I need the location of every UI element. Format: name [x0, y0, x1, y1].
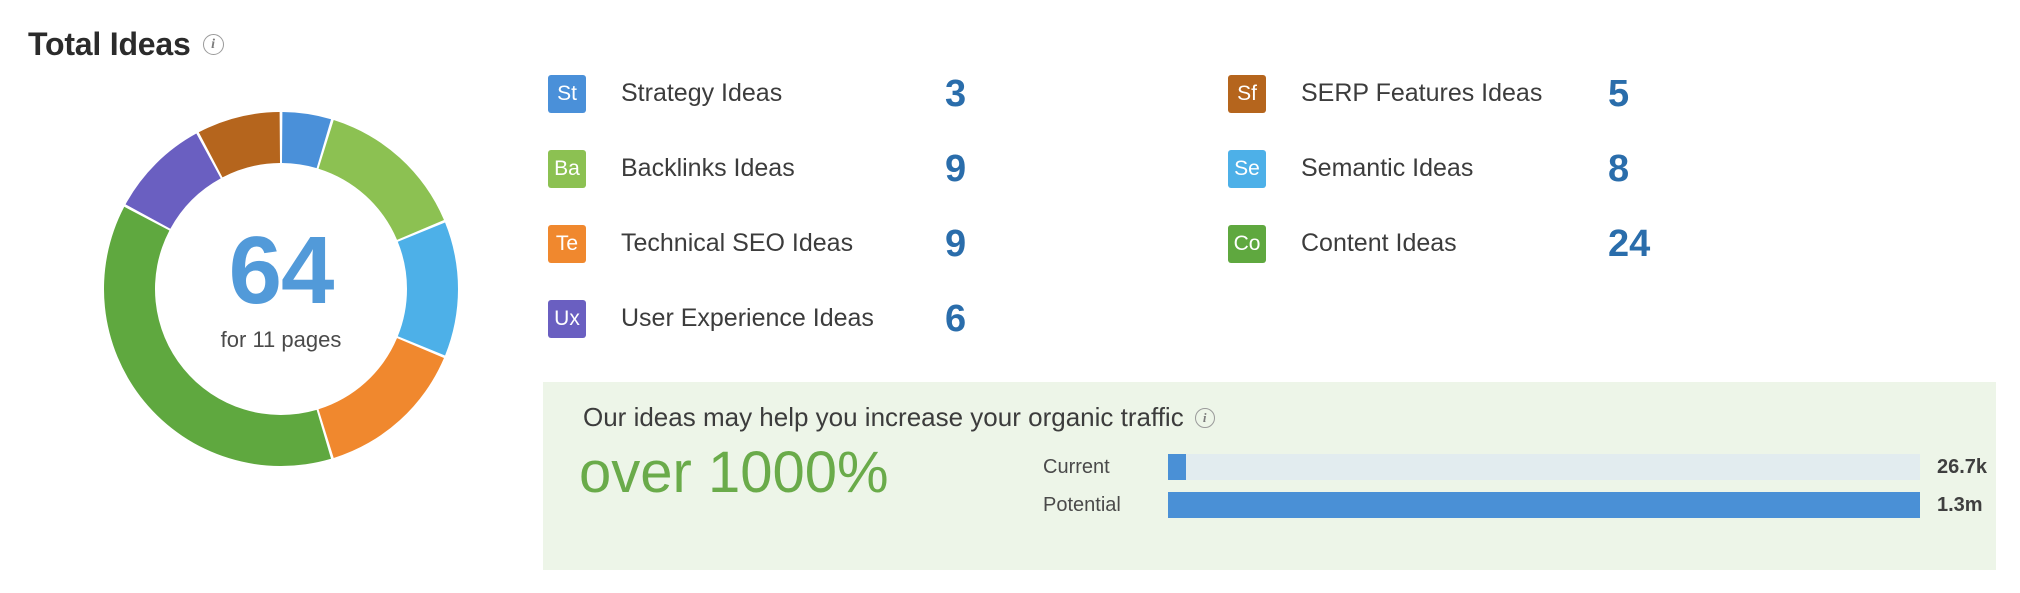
traffic-bar-row: Current 26.7k	[1043, 448, 1987, 486]
legend-swatch-icon: Ux	[548, 299, 586, 338]
legend-value: 6	[945, 297, 967, 340]
legend-swatch-icon: Se	[1228, 149, 1266, 188]
traffic-bar-value: 1.3m	[1937, 493, 1983, 516]
legend-label: Content Ideas	[1301, 229, 1457, 257]
organic-traffic-panel: Our ideas may help you increase your org…	[543, 382, 1996, 570]
legend-label: Semantic Ideas	[1301, 154, 1474, 182]
legend-swatch-icon: Sf	[1228, 74, 1266, 113]
legend-row[interactable]: Ba Backlinks Ideas 9	[548, 131, 1108, 206]
traffic-bars-block: Current 26.7k Potential 1.3m	[1043, 448, 1987, 524]
legend-column-left: St Strategy Ideas 3 Ba Backlinks Ideas 9 Te Tec…	[548, 56, 1108, 356]
legend-row[interactable]: Te Technical SEO Ideas 9	[548, 206, 1108, 281]
legend-value: 8	[1608, 147, 1630, 190]
traffic-bar-label: Current	[1043, 455, 1110, 478]
legend-row[interactable]: Co Content Ideas 24	[1228, 206, 1788, 281]
donut-subtitle: for 11 pages	[220, 326, 342, 352]
legend-value: 24	[1608, 222, 1651, 265]
traffic-bar-track	[1168, 454, 1920, 480]
legend-label: Strategy Ideas	[621, 79, 783, 107]
legend-label: Backlinks Ideas	[621, 154, 795, 182]
legend-swatch-icon: Co	[1228, 224, 1266, 263]
legend-swatch-icon: Ba	[548, 149, 586, 188]
legend-value: 9	[945, 222, 967, 265]
legend-swatch-icon: Te	[548, 224, 586, 263]
legend-column-right: Sf SERP Features Ideas 5 Se Semantic Ideas 8 C…	[1228, 56, 1788, 281]
info-icon[interactable]: i	[202, 33, 224, 55]
traffic-bar-row: Potential 1.3m	[1043, 486, 1983, 524]
traffic-info-icon[interactable]: i	[1194, 407, 1215, 428]
total-ideas-donut-chart: 64 for 11 pages	[92, 100, 470, 478]
traffic-bar-label: Potential	[1043, 493, 1121, 516]
page-title: Total Ideas	[28, 26, 191, 62]
traffic-bar-fill	[1168, 492, 1920, 518]
legend-label: Technical SEO Ideas	[621, 229, 854, 257]
traffic-headline-text: Our ideas may help you increase your org…	[583, 402, 1184, 432]
traffic-bar-fill	[1168, 454, 1187, 480]
legend-label: SERP Features Ideas	[1301, 79, 1543, 107]
donut-center-label: 64 for 11 pages	[92, 100, 470, 478]
traffic-bar-track	[1168, 492, 1920, 518]
traffic-increase-percent: over 1000%	[579, 440, 889, 505]
legend-swatch-icon: St	[548, 74, 586, 113]
donut-total-value: 64	[228, 217, 335, 325]
legend-value: 9	[945, 147, 967, 190]
traffic-bar-value: 26.7k	[1937, 455, 1988, 478]
traffic-headline-row: Our ideas may help you increase your org…	[583, 402, 1215, 433]
page-title-row: Total Ideas i	[28, 28, 224, 60]
legend-row[interactable]: Se Semantic Ideas 8	[1228, 131, 1788, 206]
legend-row[interactable]: Ux User Experience Ideas 6	[548, 281, 1108, 356]
legend-value: 5	[1608, 72, 1630, 115]
legend-row[interactable]: St Strategy Ideas 3	[548, 56, 1108, 131]
legend-value: 3	[945, 72, 967, 115]
legend-row[interactable]: Sf SERP Features Ideas 5	[1228, 56, 1788, 131]
legend-label: User Experience Ideas	[621, 304, 874, 332]
